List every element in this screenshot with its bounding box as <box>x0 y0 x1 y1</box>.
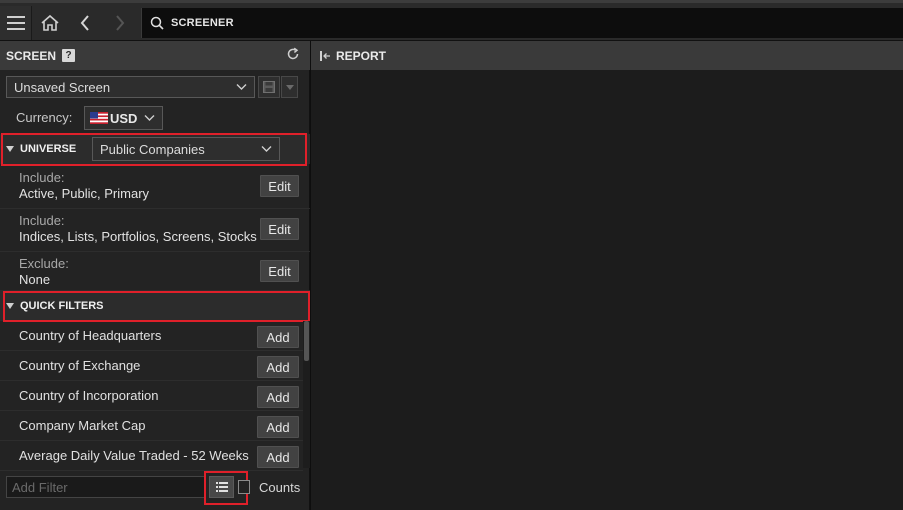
universe-row-label: Include: <box>19 170 65 185</box>
currency-select[interactable]: USD <box>84 106 163 130</box>
universe-label: UNIVERSE <box>20 143 77 155</box>
chevron-down-icon <box>261 146 272 152</box>
collapse-left-icon[interactable] <box>320 50 332 62</box>
search-value: SCREENER <box>171 17 234 29</box>
refresh-icon[interactable] <box>286 47 300 64</box>
quick-filter-row: Country of Headquarters Add <box>0 321 303 351</box>
universe-row-label: Exclude: <box>19 256 69 271</box>
quick-filter-name: Average Daily Value Traded - 52 Weeks <box>19 448 249 463</box>
chevron-left-icon[interactable] <box>70 6 100 40</box>
universe-select-value: Public Companies <box>100 141 205 157</box>
report-panel-title: REPORT <box>336 48 387 63</box>
collapse-triangle-icon[interactable] <box>6 303 14 309</box>
save-dropdown-button[interactable] <box>281 76 298 98</box>
edit-button[interactable]: Edit <box>260 175 299 197</box>
quick-filter-name: Country of Incorporation <box>19 388 159 403</box>
collapse-triangle-icon[interactable] <box>6 146 14 152</box>
report-panel-header: REPORT <box>311 41 903 70</box>
edit-button[interactable]: Edit <box>260 218 299 240</box>
report-panel: REPORT <box>311 41 903 510</box>
quick-filter-row: Average Daily Value Traded - 52 Weeks Ad… <box>0 441 303 471</box>
universe-row-value: Active, Public, Primary <box>19 186 150 201</box>
chevron-down-icon <box>144 115 155 121</box>
universe-row: Include: Active, Public, Primary Edit <box>0 166 310 209</box>
chevron-right-icon[interactable] <box>105 6 135 40</box>
add-button[interactable]: Add <box>257 356 299 378</box>
quick-filter-name: Country of Exchange <box>19 358 141 373</box>
search-icon <box>150 16 164 30</box>
hamburger-menu-icon[interactable] <box>0 6 32 40</box>
us-flag-icon <box>90 112 108 124</box>
quick-filter-name: Country of Headquarters <box>19 328 162 343</box>
currency-label: Currency: <box>16 110 73 125</box>
universe-row-value: Indices, Lists, Portfolios, Screens, Sto… <box>19 229 257 244</box>
screen-select-value: Unsaved Screen <box>14 79 111 95</box>
universe-row: Include: Indices, Lists, Portfolios, Scr… <box>0 209 310 252</box>
add-button[interactable]: Add <box>257 446 299 468</box>
list-icon[interactable] <box>209 476 234 498</box>
help-icon[interactable]: ? <box>62 49 76 62</box>
currency-value: USD <box>110 110 138 126</box>
quick-filter-row: Country of Incorporation Add <box>0 381 303 411</box>
counts-checkbox[interactable] <box>238 480 250 494</box>
universe-row: Exclude: None Edit <box>0 252 310 291</box>
top-bar: SCREENER <box>0 0 903 41</box>
screen-panel-header: SCREEN ? <box>0 41 310 70</box>
search-box[interactable]: SCREENER <box>141 8 903 38</box>
save-icon[interactable] <box>258 76 280 98</box>
quick-filters-section-header[interactable]: QUICK FILTERS <box>0 291 310 321</box>
screen-select[interactable]: Unsaved Screen <box>6 76 255 98</box>
scrollbar-thumb[interactable] <box>304 321 309 361</box>
universe-select[interactable]: Public Companies <box>92 137 280 161</box>
add-button[interactable]: Add <box>257 386 299 408</box>
chevron-down-icon <box>236 84 247 90</box>
counts-label: Counts <box>259 480 301 495</box>
home-icon[interactable] <box>33 6 67 40</box>
screen-panel: SCREEN ? Unsaved Screen Currency: USD UN… <box>0 41 310 510</box>
add-button[interactable]: Add <box>257 416 299 438</box>
universe-row-label: Include: <box>19 213 65 228</box>
add-button[interactable]: Add <box>257 326 299 348</box>
edit-button[interactable]: Edit <box>260 260 299 282</box>
quick-filters-label: QUICK FILTERS <box>20 300 104 312</box>
screen-panel-title: SCREEN <box>6 48 57 63</box>
universe-row-value: None <box>19 272 51 287</box>
quick-filter-row: Company Market Cap Add <box>0 411 303 441</box>
quick-filter-row: Country of Exchange Add <box>0 351 303 381</box>
add-filter-input[interactable] <box>6 476 205 498</box>
quick-filter-name: Company Market Cap <box>19 418 146 433</box>
